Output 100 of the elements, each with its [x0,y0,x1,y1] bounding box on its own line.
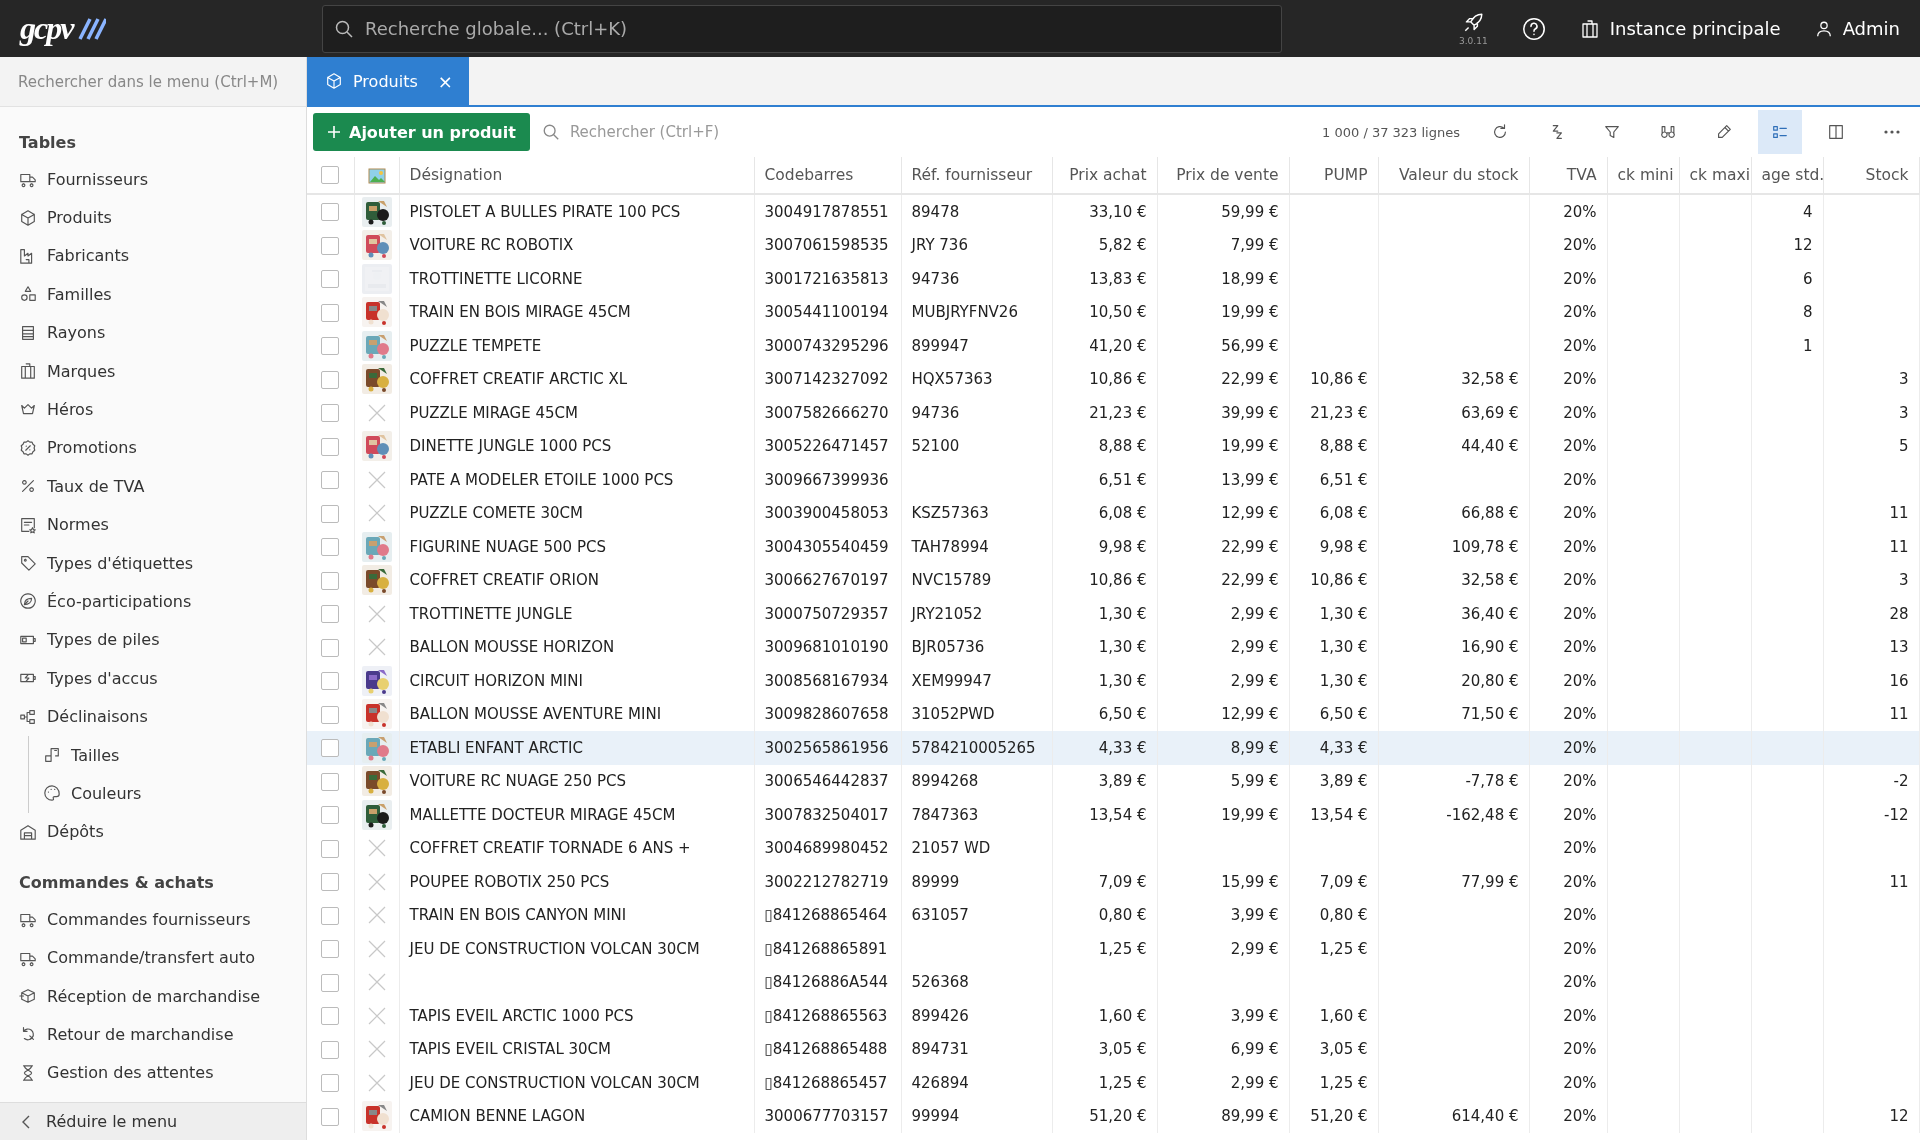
checkbox[interactable] [321,772,340,791]
table-cell: 20% [1563,738,1597,757]
table-cell: 3000750729357 [764,604,889,623]
column-header[interactable]: Prix de vente [1157,157,1289,194]
table-cell: 13 [1889,638,1909,657]
table-cell: 13,54 € [1310,805,1368,824]
rocket-icon[interactable] [1462,11,1485,34]
checkbox[interactable] [321,672,340,690]
sidebar-item[interactable]: Gestion des attentes [0,1053,306,1092]
table-cell: 1,30 € [1098,638,1147,657]
column-header[interactable]: age std. [1751,157,1823,194]
checkbox[interactable] [321,203,340,221]
column-header[interactable]: ck maxi [1679,157,1751,194]
sidebar-item[interactable]: Réception de marchandise [0,976,306,1016]
column-header[interactable]: Valeur du stock [1378,157,1529,194]
collapse-menu-button[interactable]: Réduire le menu [0,1102,306,1140]
menu-search-field[interactable]: Rechercher dans le menu (Ctrl+M) [0,57,306,107]
table-cell: 7,99 € [1230,236,1279,255]
sidebar-item[interactable]: Tailles [29,735,306,775]
sidebar-item[interactable]: Produits [0,198,306,237]
column-header[interactable]: Désignation [399,157,754,194]
table-cell: 20% [1563,671,1597,690]
help-icon[interactable] [1521,16,1546,41]
column-header[interactable]: TVA [1529,157,1607,194]
table-cell: 20% [1563,236,1597,255]
sidebar-item[interactable]: Éco-participations [0,582,306,621]
checkbox[interactable] [321,739,340,757]
columns-icon [1827,123,1845,141]
checkbox[interactable] [321,404,340,422]
checkbox[interactable] [321,873,340,891]
sidebar-item[interactable]: Marques [0,351,306,391]
checkbox[interactable] [321,437,340,456]
checkbox[interactable] [321,166,340,185]
checkbox[interactable] [321,538,340,556]
sidebar-item[interactable]: Types de piles [0,620,306,660]
instance-button[interactable]: Instance principale [1579,18,1781,39]
table-cell: 20% [1563,705,1597,724]
no-image-icon [366,938,387,959]
toolbar-button[interactable] [1758,110,1802,154]
sidebar-item[interactable]: Normes [0,505,306,544]
column-header[interactable]: Réf. fournisseur [901,157,1052,194]
checkbox[interactable] [321,571,340,590]
sidebar-item[interactable]: Commande/transfert auto [0,938,306,977]
table-cell: 99994 [911,1107,960,1126]
column-header[interactable]: Stock [1823,157,1919,194]
table-cell: 36,40 € [1461,604,1519,623]
table-cell: 3006627670197 [764,571,889,590]
sidebar-item[interactable]: Retour de marchandise [0,1015,306,1054]
table-cell: 6,99 € [1230,1040,1279,1059]
table-cell: 631057 [911,906,969,925]
table-cell: ▯841268865457 [764,1073,888,1092]
sidebar-item[interactable]: Dépôts [0,812,306,852]
table-cell: PUZZLE MIRAGE 45CM [409,403,578,422]
tab[interactable]: Produits × [307,57,469,105]
sidebar-item[interactable]: Héros [0,390,306,429]
add-product-button[interactable]: Ajouter un produit [313,113,530,151]
sidebar-item[interactable]: Commandes fournisseurs [0,900,306,939]
checkbox[interactable] [321,337,340,355]
sidebar-item[interactable]: Types d'accus [0,659,306,698]
sidebar-item[interactable]: Fabricants [0,236,306,276]
checkbox[interactable] [321,1040,340,1059]
column-header[interactable]: Prix achat [1052,157,1157,194]
checkbox[interactable] [321,1074,340,1092]
checkbox[interactable] [321,638,340,657]
column-header[interactable]: ck mini [1607,157,1679,194]
checkbox[interactable] [321,270,340,288]
sidebar-item[interactable]: Promotions [0,428,306,468]
close-tab-button[interactable]: × [437,70,453,92]
checkbox[interactable] [321,940,340,958]
checkbox[interactable] [321,471,340,489]
sidebar-item[interactable]: Rayons [0,313,306,352]
checkbox[interactable] [321,504,340,523]
checkbox[interactable] [321,1107,340,1126]
checkbox[interactable] [321,906,340,925]
table-cell: 9,98 € [1319,537,1368,556]
checkbox[interactable] [321,370,340,389]
table-cell: 20% [1563,839,1597,858]
checkbox[interactable] [321,806,340,824]
sidebar-item[interactable]: Couleurs [29,774,306,813]
sidebar-item[interactable]: Fournisseurs [0,160,306,199]
table-cell: 899426 [911,1006,969,1025]
checkbox[interactable] [321,839,340,858]
table-cell: 3,89 € [1098,772,1147,791]
sidebar-item[interactable]: Déclinaisons [0,697,306,736]
checkbox[interactable] [321,705,340,724]
shelves-icon [19,323,37,342]
checkbox[interactable] [321,1007,340,1025]
column-header[interactable]: PUMP [1289,157,1378,194]
checkbox[interactable] [321,236,340,255]
checkbox[interactable] [321,605,340,623]
column-header[interactable]: Codebarres [754,157,901,194]
sidebar-item[interactable]: Types d'étiquettes [0,543,306,583]
checkbox[interactable] [321,303,340,322]
global-search-field[interactable]: Recherche globale... (Ctrl+K) [322,4,1282,53]
checkbox[interactable] [321,973,340,992]
sidebar-item[interactable]: Taux de TVA [0,467,306,506]
user-button[interactable]: Admin [1814,18,1900,39]
table-cell: 11 [1889,872,1909,891]
sidebar-item[interactable]: Familles [0,275,306,314]
table-cell: -2 [1893,772,1909,791]
